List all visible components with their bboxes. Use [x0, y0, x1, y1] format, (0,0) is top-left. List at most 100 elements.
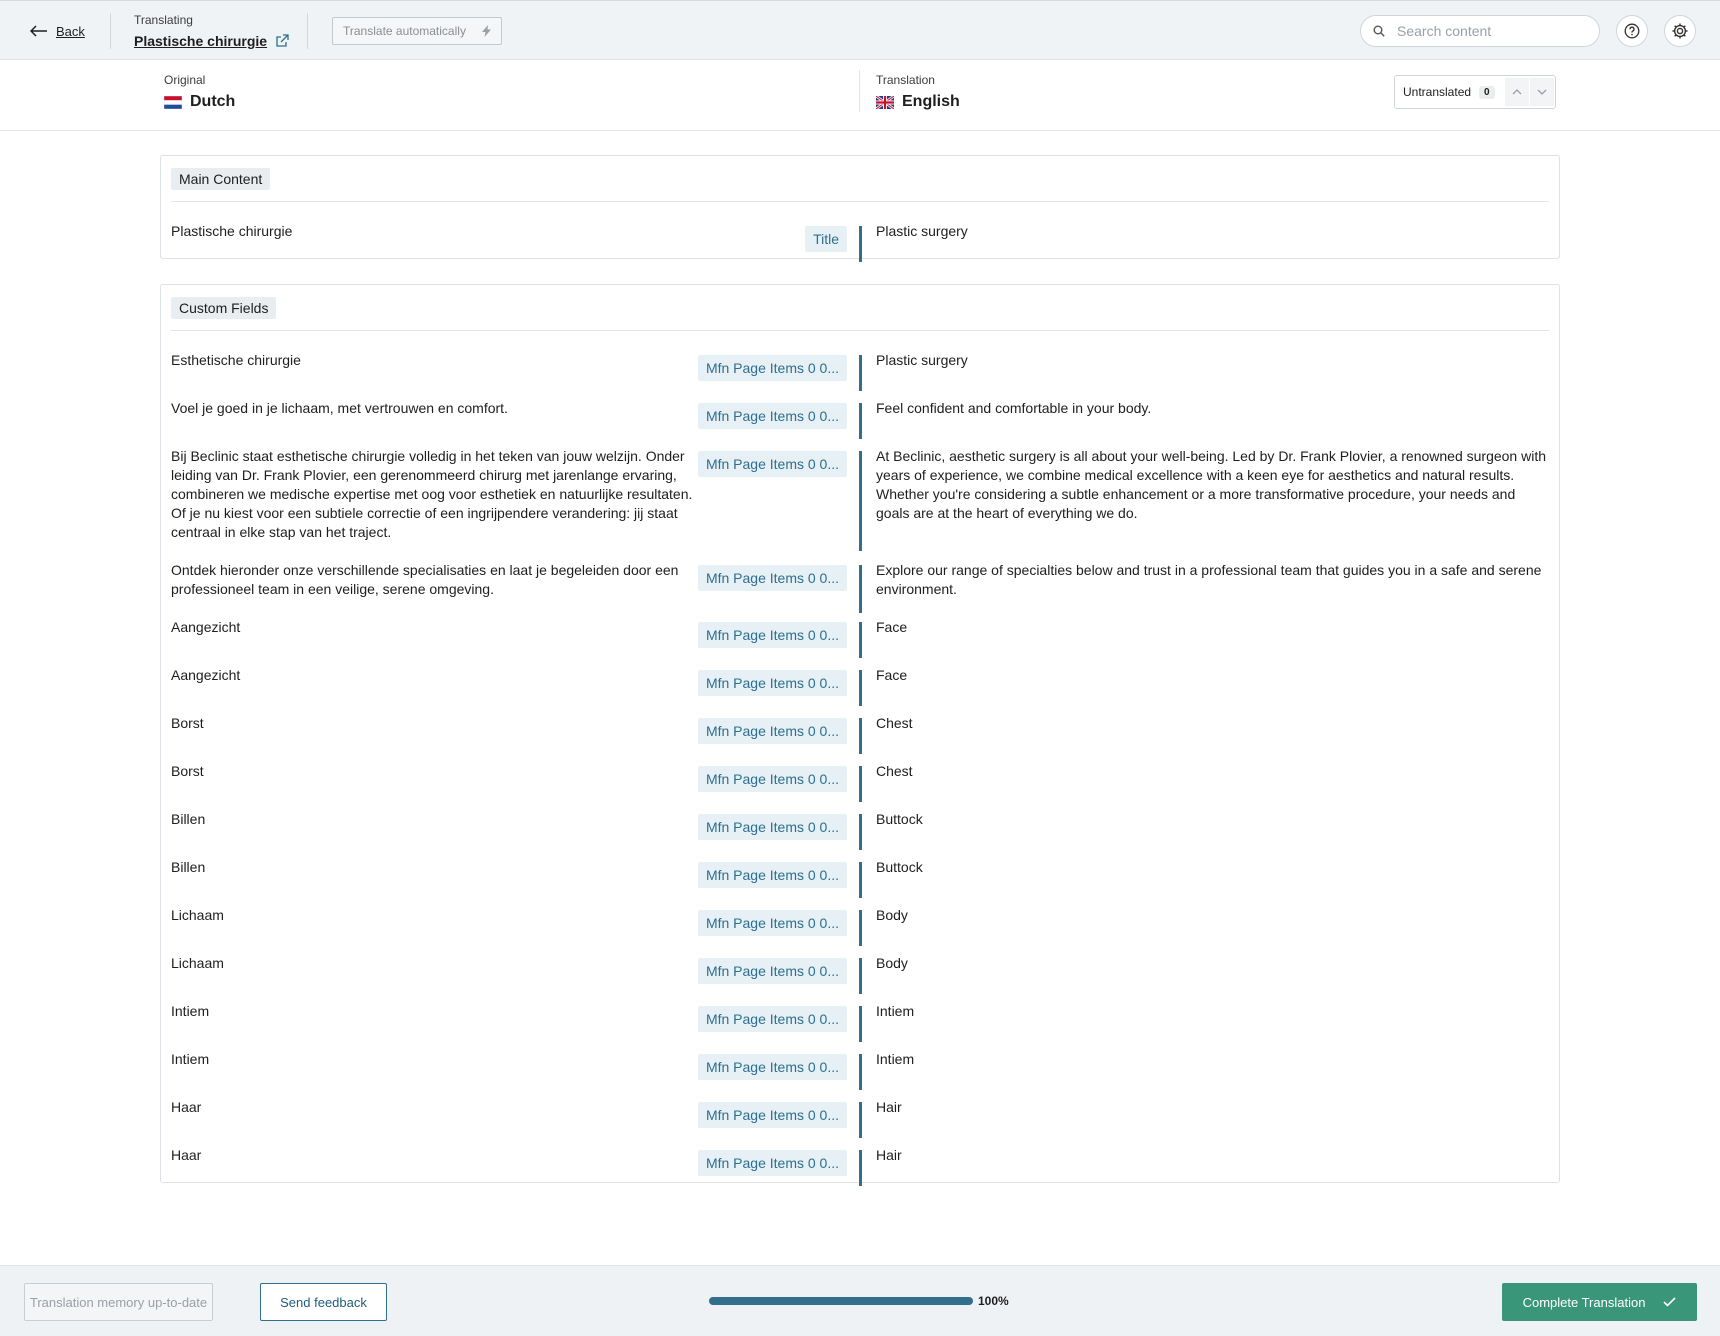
field-tag[interactable]: Mfn Page Items 0 0...	[697, 814, 847, 840]
field-tag[interactable]: Mfn Page Items 0 0...	[697, 565, 847, 591]
field-tag[interactable]: Mfn Page Items 0 0...	[697, 451, 847, 477]
source-text: Haar	[171, 1099, 202, 1115]
field-tag[interactable]: Mfn Page Items 0 0...	[697, 1150, 847, 1176]
translated-indicator	[859, 226, 862, 262]
translation-memory-button[interactable]: Translation memory up-to-date	[24, 1283, 213, 1321]
translation-caption: Translation	[876, 73, 935, 87]
uk-flag-icon	[876, 95, 894, 109]
translation-text[interactable]: Body	[876, 954, 1551, 973]
translated-indicator	[859, 622, 862, 658]
next-untranslated-button[interactable]	[1529, 78, 1554, 106]
translated-indicator	[859, 958, 862, 994]
translation-text[interactable]: Explore our range of specialties below a…	[876, 561, 1551, 599]
translation-text[interactable]: Buttock	[876, 810, 1551, 829]
source-text: Plastische chirurgie	[171, 223, 293, 239]
translated-indicator	[859, 862, 862, 898]
translation-text[interactable]: Plastic surgery	[876, 222, 1551, 241]
arrow-left-icon	[30, 25, 47, 37]
source-text: Aangezicht	[171, 619, 241, 635]
translation-language: Translation English	[876, 73, 960, 111]
original-caption: Original	[164, 73, 206, 87]
field-tag[interactable]: Mfn Page Items 0 0...	[697, 1054, 847, 1080]
translation-text[interactable]: At Beclinic, aesthetic surgery is all ab…	[876, 447, 1551, 523]
context-label: Translating	[134, 13, 193, 27]
external-link-icon[interactable]	[275, 34, 289, 48]
field-tag[interactable]: Title	[805, 226, 847, 252]
top-bar: Back Translating Plastische chirurgie Tr…	[0, 0, 1720, 60]
netherlands-flag-icon	[164, 95, 182, 109]
translated-indicator	[859, 718, 862, 754]
search-box[interactable]	[1360, 15, 1600, 47]
custom-fields-section: Custom Fields Esthetische chirurgie Mfn P…	[160, 284, 1560, 1186]
translation-text[interactable]: Intiem	[876, 1050, 1551, 1069]
translated-indicator	[859, 1102, 862, 1138]
translation-text[interactable]: Hair	[876, 1146, 1551, 1165]
source-text: Intiem	[171, 1003, 210, 1019]
field-tag[interactable]: Mfn Page Items 0 0...	[697, 862, 847, 888]
source-text: Intiem	[171, 1051, 210, 1067]
translation-text[interactable]: Feel confident and comfortable in your b…	[876, 399, 1551, 418]
previous-untranslated-button[interactable]	[1504, 78, 1529, 106]
original-language: Original Dutch	[164, 73, 235, 111]
translation-text[interactable]: Chest	[876, 714, 1551, 733]
source-text: Lichaam	[171, 955, 224, 971]
complete-translation-button[interactable]: Complete Translation	[1502, 1283, 1697, 1321]
translation-text[interactable]: Body	[876, 906, 1551, 925]
chevron-down-icon	[1537, 89, 1547, 95]
translated-indicator	[859, 403, 862, 439]
lightning-icon	[482, 25, 491, 37]
source-text: Haar	[171, 1147, 202, 1163]
back-button[interactable]: Back	[30, 20, 85, 42]
field-tag[interactable]: Mfn Page Items 0 0...	[697, 670, 847, 696]
translation-text[interactable]: Buttock	[876, 858, 1551, 877]
source-text: Ontdek hieronder onze verschillende spec…	[171, 562, 679, 597]
source-text: Billen	[171, 811, 206, 827]
field-tag[interactable]: Mfn Page Items 0 0...	[697, 910, 847, 936]
untranslated-count: 0	[1479, 85, 1495, 99]
search-input[interactable]	[1397, 23, 1587, 39]
original-language-name: Dutch	[190, 93, 236, 110]
complete-translation-label: Complete Translation	[1522, 1294, 1646, 1310]
translated-indicator	[859, 1006, 862, 1042]
section-divider	[171, 330, 1549, 331]
translated-indicator	[859, 565, 862, 613]
search-icon	[1373, 25, 1385, 37]
translation-text[interactable]: Face	[876, 666, 1551, 685]
source-text: Borst	[171, 763, 204, 779]
translated-indicator	[859, 766, 862, 802]
source-text: Aangezicht	[171, 667, 241, 683]
main-content-section: Main Content Plastische chirurgie Title Pl…	[160, 155, 1560, 262]
section-label: Custom Fields	[171, 297, 277, 319]
field-tag[interactable]: Mfn Page Items 0 0...	[697, 622, 847, 648]
send-feedback-button[interactable]: Send feedback	[260, 1283, 387, 1321]
source-text: Voel je goed in je lichaam, met vertrouw…	[171, 400, 508, 416]
field-tag[interactable]: Mfn Page Items 0 0...	[697, 403, 847, 429]
settings-button[interactable]	[1664, 15, 1696, 47]
translation-text[interactable]: Chest	[876, 762, 1551, 781]
translation-text[interactable]: Hair	[876, 1098, 1551, 1117]
question-circle-icon	[1624, 23, 1640, 39]
untranslated-label: Untranslated	[1403, 85, 1472, 99]
field-tag[interactable]: Mfn Page Items 0 0...	[697, 1102, 847, 1128]
field-tag[interactable]: Mfn Page Items 0 0...	[697, 718, 847, 744]
divider	[307, 13, 308, 49]
translation-text[interactable]: Intiem	[876, 1002, 1551, 1021]
translation-text[interactable]: Plastic surgery	[876, 351, 1551, 370]
divider	[110, 13, 111, 49]
translated-indicator	[859, 1054, 862, 1090]
translate-automatically-button[interactable]: Translate automatically	[332, 17, 502, 45]
translated-indicator	[859, 451, 862, 551]
field-tag[interactable]: Mfn Page Items 0 0...	[697, 958, 847, 984]
send-feedback-label: Send feedback	[280, 1294, 367, 1310]
translation-text[interactable]: Face	[876, 618, 1551, 637]
field-tag[interactable]: Mfn Page Items 0 0...	[697, 1006, 847, 1032]
field-tag[interactable]: Mfn Page Items 0 0...	[697, 355, 847, 381]
translated-indicator	[859, 814, 862, 850]
field-tag[interactable]: Mfn Page Items 0 0...	[697, 766, 847, 792]
page-title-link[interactable]: Plastische chirurgie	[134, 33, 267, 49]
progress-fill	[709, 1297, 973, 1305]
translated-indicator	[859, 355, 862, 391]
progress-percent: 100%	[978, 1294, 1009, 1308]
untranslated-navigator[interactable]: Untranslated 0	[1394, 75, 1556, 109]
help-button[interactable]	[1616, 15, 1648, 47]
